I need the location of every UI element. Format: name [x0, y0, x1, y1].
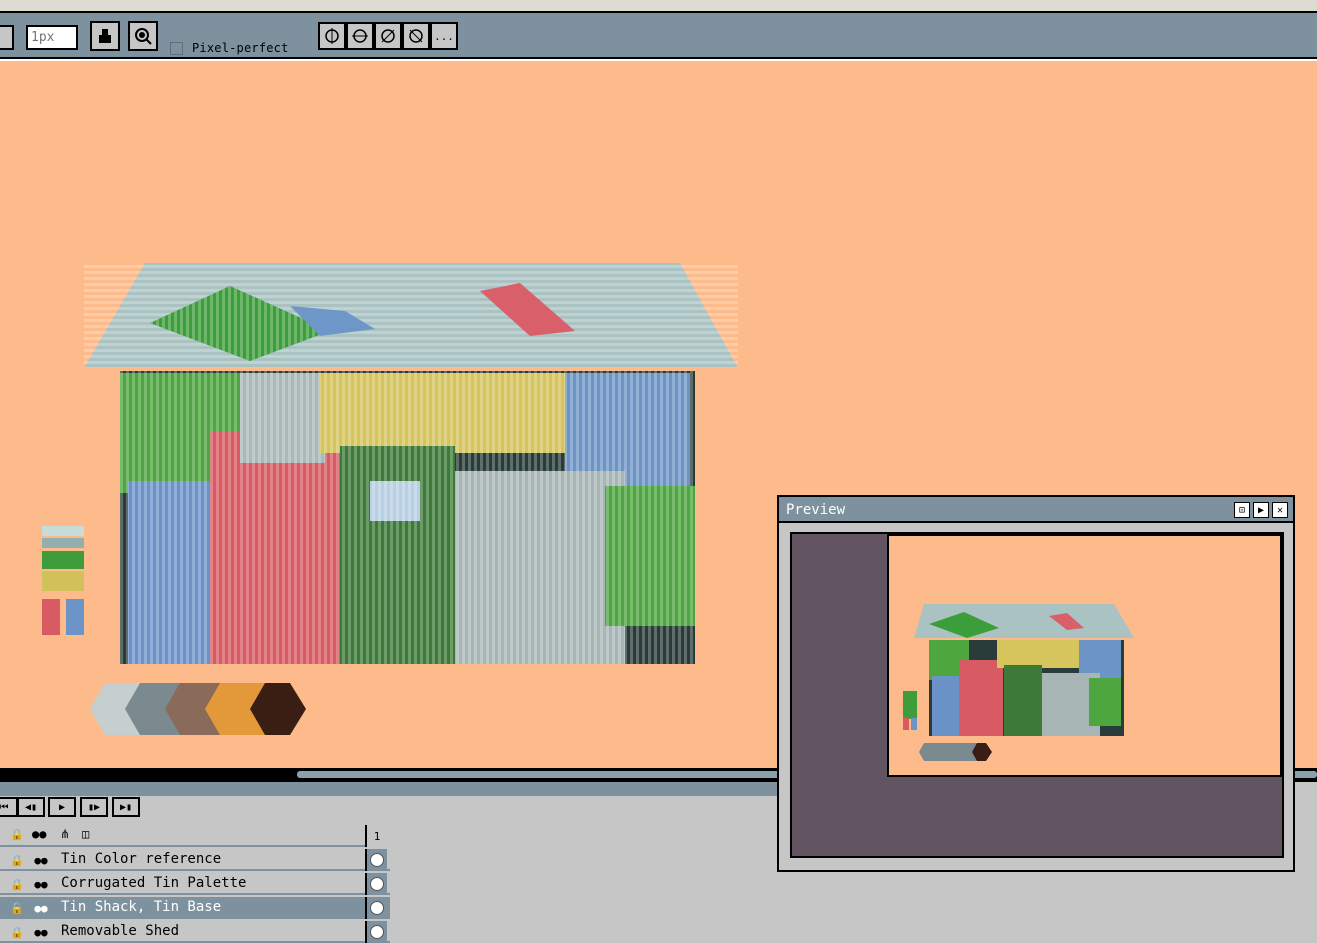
- symmetry-vertical-icon[interactable]: [318, 22, 346, 50]
- context-bar: Pixel-perfect ...: [0, 11, 1317, 59]
- pixel-perfect-checkbox[interactable]: [170, 42, 183, 55]
- roof-art: [84, 263, 738, 368]
- cel[interactable]: [365, 849, 387, 871]
- wall-art: [120, 371, 695, 664]
- cel[interactable]: [365, 921, 387, 943]
- brush-size-input[interactable]: [26, 25, 78, 50]
- lock-icon[interactable]: 🔒: [8, 875, 26, 893]
- continuous-icon[interactable]: ●●: [32, 827, 46, 841]
- layer-row[interactable]: 🔒 ●● Corrugated Tin Palette: [0, 873, 390, 895]
- lock-icon[interactable]: 🔒: [8, 851, 26, 869]
- cel-dot-icon: [370, 853, 384, 867]
- ink-icon[interactable]: [90, 21, 120, 51]
- play-icon[interactable]: ▶: [1253, 502, 1269, 518]
- last-frame-icon[interactable]: ▶▮: [112, 797, 140, 817]
- cel-dot-icon: [370, 901, 384, 915]
- pixel-perfect-label: Pixel-perfect: [192, 41, 289, 55]
- layer-name: Removable Shed: [61, 923, 180, 939]
- title-strip: [0, 0, 1317, 11]
- preview-title-bar[interactable]: Preview ⊡ ▶ ✕: [779, 497, 1293, 523]
- next-frame-icon[interactable]: ▮▶︎: [80, 797, 108, 817]
- preview-artwork: [903, 604, 1134, 761]
- brush-type-button[interactable]: [0, 25, 14, 50]
- symmetry-diagonal-icon[interactable]: [374, 22, 402, 50]
- play-icon[interactable]: ▶: [48, 797, 76, 817]
- unlock-icon[interactable]: 🔓: [8, 899, 26, 917]
- previous-frame-icon[interactable]: ◀︎▮: [17, 797, 45, 817]
- preview-area[interactable]: [790, 532, 1284, 858]
- lock-icon[interactable]: 🔒: [10, 828, 24, 841]
- preview-title: Preview: [786, 502, 846, 518]
- lock-icon[interactable]: 🔒: [8, 923, 26, 941]
- cel-dot-icon: [370, 925, 384, 939]
- continuous-icon[interactable]: ●●: [32, 875, 50, 893]
- center-icon[interactable]: ⊡: [1234, 502, 1250, 518]
- layer-header-row: 🔒 ●● ⋔ ◫: [0, 825, 365, 847]
- palette-swatch-art: [42, 526, 84, 635]
- more-options-button[interactable]: ...: [430, 22, 458, 50]
- layer-name: Tin Color reference: [61, 851, 222, 867]
- cel-dot-icon: [370, 877, 384, 891]
- link-icon[interactable]: ⋔: [60, 827, 70, 841]
- continuous-icon[interactable]: ●●: [32, 899, 50, 917]
- first-frame-button[interactable]: ⏮: [0, 797, 18, 817]
- preview-window[interactable]: Preview ⊡ ▶ ✕: [777, 495, 1295, 872]
- continuous-icon[interactable]: ●●: [32, 851, 50, 869]
- close-icon[interactable]: ✕: [1272, 502, 1288, 518]
- layer-row[interactable]: 🔒 ●● Tin Color reference: [0, 849, 390, 871]
- preview-canvas: [887, 534, 1282, 777]
- zoom-icon[interactable]: [128, 21, 158, 51]
- timeline-header: [0, 782, 780, 796]
- cel[interactable]: [365, 897, 387, 919]
- cel[interactable]: [365, 873, 387, 895]
- color-ramp-art: [90, 683, 306, 735]
- continuous-icon[interactable]: ●●: [32, 923, 50, 941]
- new-layer-icon[interactable]: ◫: [82, 827, 89, 841]
- frame-header[interactable]: 1: [365, 825, 387, 847]
- layer-name: Corrugated Tin Palette: [61, 875, 247, 891]
- symmetry-antidiagonal-icon[interactable]: [402, 22, 430, 50]
- layer-row[interactable]: 🔒 ●● Removable Shed: [0, 921, 390, 943]
- symmetry-horizontal-icon[interactable]: [346, 22, 374, 50]
- layer-name: Tin Shack, Tin Base: [61, 899, 222, 915]
- layer-row-selected[interactable]: 🔓 ●● Tin Shack, Tin Base: [0, 897, 390, 919]
